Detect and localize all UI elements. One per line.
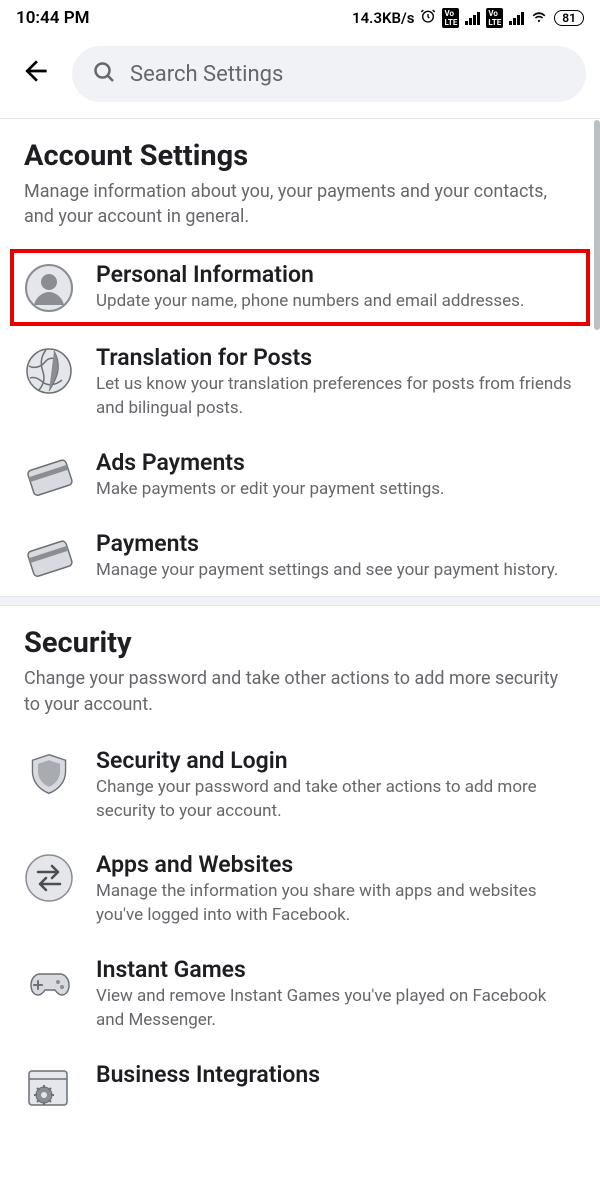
data-rate: 14.3KB/s: [352, 9, 414, 27]
battery-indicator: 81: [554, 10, 584, 26]
swap-icon: [24, 853, 74, 903]
section-divider: [0, 596, 600, 606]
business-integrations-item[interactable]: Business Integrations: [0, 1047, 600, 1127]
shield-icon: [24, 749, 74, 799]
item-text: Apps and Websites Manage the information…: [96, 851, 576, 928]
item-text: Personal Information Update your name, p…: [96, 261, 576, 314]
item-desc: View and remove Instant Games you've pla…: [96, 985, 576, 1033]
instant-games-item[interactable]: Instant Games View and remove Instant Ga…: [0, 942, 600, 1047]
status-time: 10:44 PM: [16, 8, 90, 28]
item-text: Security and Login Change your password …: [96, 747, 576, 824]
security-section-header: Security Change your password and take o…: [0, 606, 600, 732]
translation-item[interactable]: Translation for Posts Let us know your t…: [0, 330, 600, 435]
section-desc: Manage information about you, your payme…: [24, 179, 576, 229]
search-placeholder: Search Settings: [130, 62, 283, 87]
item-text: Translation for Posts Let us know your t…: [96, 344, 576, 421]
search-icon: [92, 60, 116, 88]
item-title: Payments: [96, 530, 576, 557]
item-text: Ads Payments Make payments or edit your …: [96, 449, 576, 502]
scrollbar[interactable]: [594, 120, 600, 330]
browser-gear-icon: [24, 1063, 74, 1113]
search-input[interactable]: Search Settings: [72, 46, 586, 102]
item-desc: Make payments or edit your payment setti…: [96, 478, 576, 502]
item-title: Personal Information: [96, 261, 576, 288]
section-title: Account Settings: [24, 139, 576, 173]
gamepad-icon: [24, 958, 74, 1008]
card-icon: [24, 532, 74, 582]
globe-icon: [24, 346, 74, 396]
wifi-icon: [530, 7, 548, 29]
item-title: Instant Games: [96, 956, 576, 983]
personal-information-item[interactable]: Personal Information Update your name, p…: [8, 247, 592, 328]
item-title: Translation for Posts: [96, 344, 576, 371]
item-text: Business Integrations: [96, 1061, 576, 1090]
signal-icon-1: [465, 11, 480, 25]
account-settings-section-header: Account Settings Manage information abou…: [0, 119, 600, 245]
volte-badge-2: VoLTE: [486, 8, 503, 28]
signal-icon-2: [509, 11, 524, 25]
item-title: Apps and Websites: [96, 851, 576, 878]
card-icon: [24, 451, 74, 501]
back-button[interactable]: [14, 49, 58, 99]
item-title: Security and Login: [96, 747, 576, 774]
security-login-item[interactable]: Security and Login Change your password …: [0, 733, 600, 838]
payments-item[interactable]: Payments Manage your payment settings an…: [0, 516, 600, 597]
ads-payments-item[interactable]: Ads Payments Make payments or edit your …: [0, 435, 600, 516]
item-text: Payments Manage your payment settings an…: [96, 530, 576, 583]
item-desc: Change your password and take other acti…: [96, 776, 576, 824]
alarm-icon: [420, 8, 436, 28]
volte-badge-1: VoLTE: [442, 8, 459, 28]
apps-websites-item[interactable]: Apps and Websites Manage the information…: [0, 837, 600, 942]
item-title: Business Integrations: [96, 1061, 576, 1088]
item-title: Ads Payments: [96, 449, 576, 476]
status-indicators: 14.3KB/s VoLTE VoLTE 81: [352, 7, 584, 29]
item-text: Instant Games View and remove Instant Ga…: [96, 956, 576, 1033]
profile-icon: [24, 263, 74, 313]
item-desc: Let us know your translation preferences…: [96, 373, 576, 421]
section-desc: Change your password and take other acti…: [24, 666, 576, 716]
item-desc: Manage your payment settings and see you…: [96, 559, 576, 583]
status-bar: 10:44 PM 14.3KB/s VoLTE VoLTE 81: [0, 0, 600, 36]
section-title: Security: [24, 626, 576, 660]
item-desc: Update your name, phone numbers and emai…: [96, 290, 576, 314]
item-desc: Manage the information you share with ap…: [96, 880, 576, 928]
header: Search Settings: [0, 36, 600, 118]
